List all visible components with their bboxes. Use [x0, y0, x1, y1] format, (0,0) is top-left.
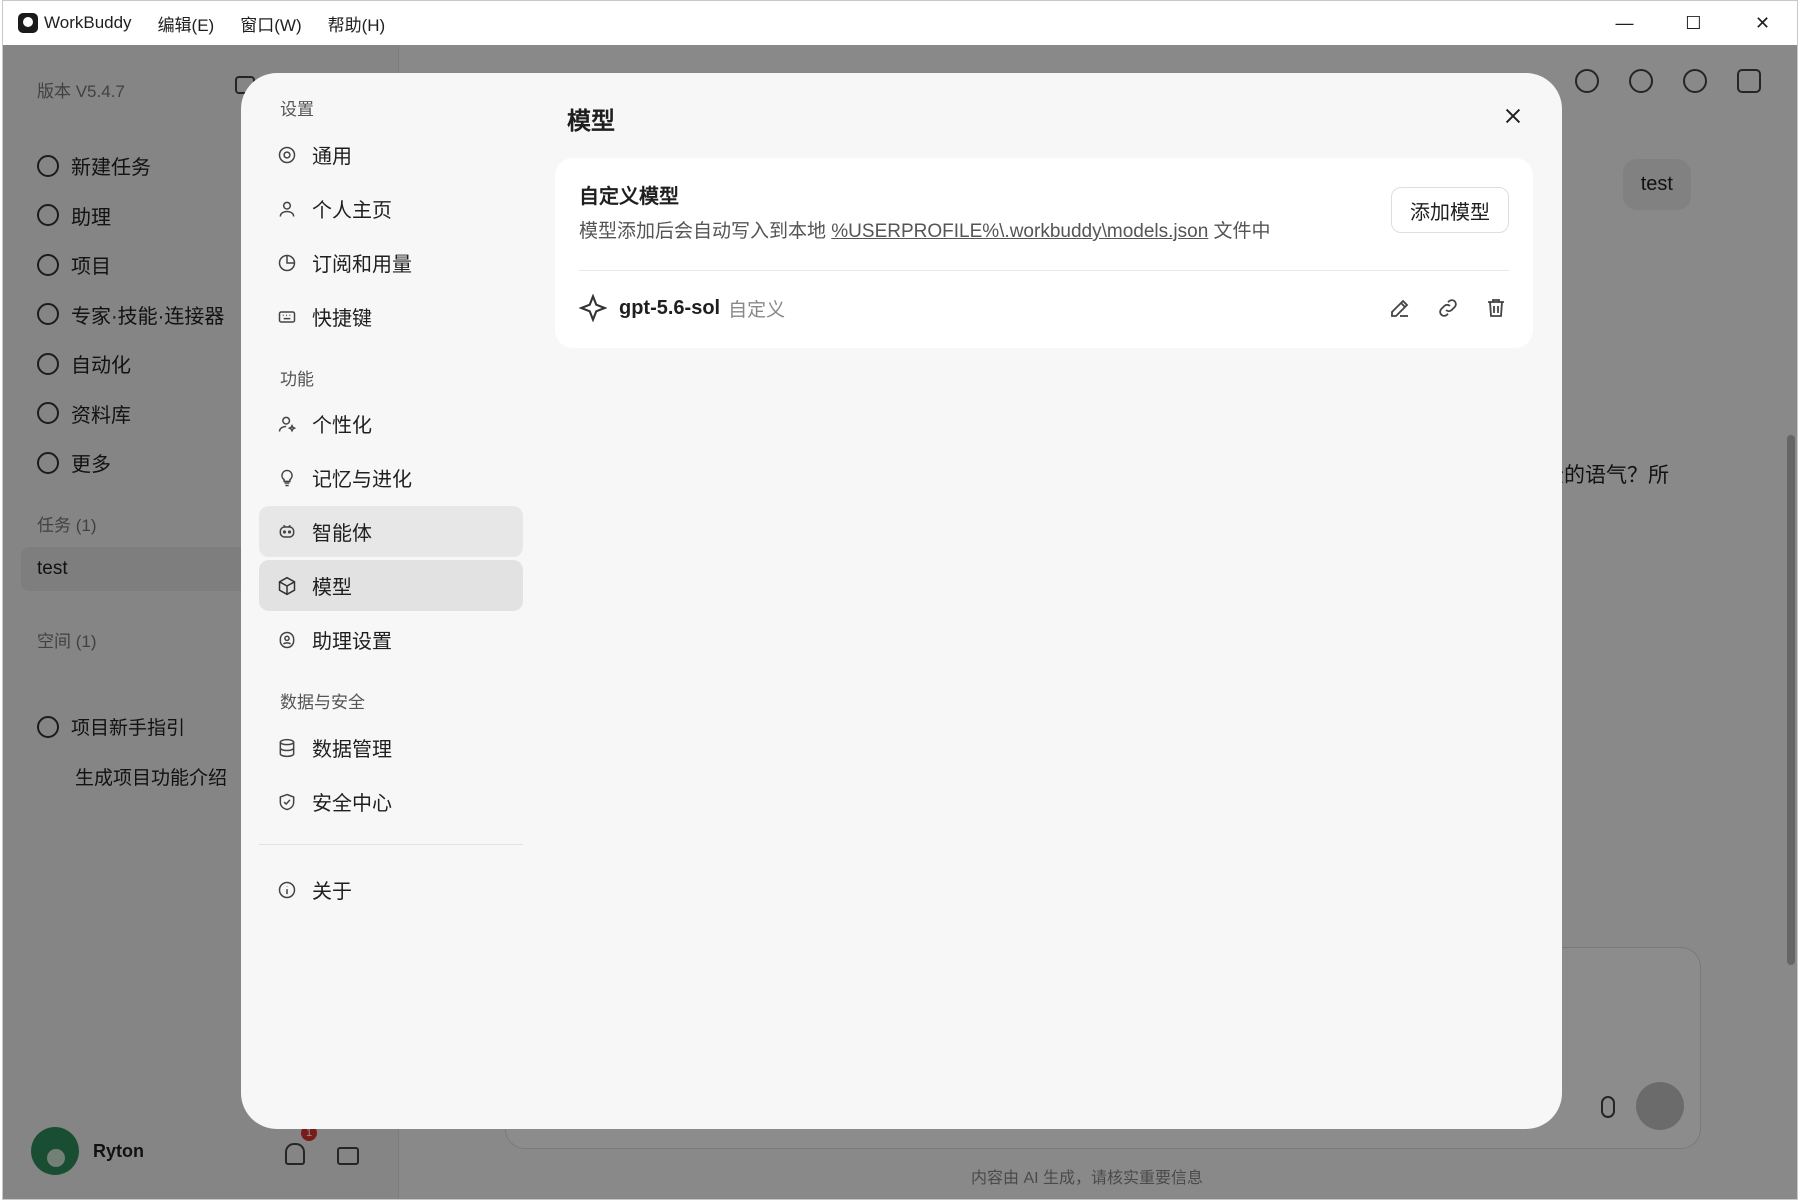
- settings-item-assistant-settings[interactable]: 助理设置: [259, 614, 523, 665]
- desc-prefix: 模型添加后会自动写入到本地: [579, 221, 832, 242]
- features-group-label: 功能: [280, 370, 314, 389]
- menu-help[interactable]: 帮助(H): [328, 11, 386, 36]
- settings-item-label: 快捷键: [312, 308, 372, 330]
- window-controls: — ☐ ✕: [1590, 1, 1797, 45]
- settings-item-label: 安全中心: [312, 793, 392, 815]
- settings-item-label: 订阅和用量: [312, 254, 412, 276]
- model-tag: 自定义: [728, 299, 786, 321]
- settings-item-profile[interactable]: 个人主页: [259, 183, 523, 234]
- settings-item-label: 通用: [312, 146, 352, 168]
- model-actions: [1387, 278, 1509, 338]
- model-icon: [277, 576, 297, 596]
- data-security-group-label: 数据与安全: [280, 693, 365, 712]
- close-window-button[interactable]: ✕: [1728, 1, 1797, 45]
- models-json-path-link[interactable]: %USERPROFILE%\.workbuddy\models.json: [831, 221, 1208, 242]
- settings-divider: [259, 844, 523, 845]
- keyboard-icon: [277, 307, 297, 327]
- close-icon: [1505, 108, 1521, 124]
- add-model-button[interactable]: 添加模型: [1391, 187, 1509, 233]
- settings-group-label: 设置: [280, 100, 314, 119]
- settings-dialog: 设置 通用 个人主页 订阅和用量 快捷键 功能 个性化 记忆与进化 智能体 模型…: [241, 73, 1562, 1129]
- settings-item-about[interactable]: 关于: [259, 864, 523, 915]
- settings-item-label: 记忆与进化: [312, 469, 412, 491]
- edit-model-button[interactable]: [1387, 295, 1413, 321]
- app-logo-icon: [18, 13, 38, 33]
- agent-icon: [277, 522, 297, 542]
- desc-suffix: 文件中: [1208, 221, 1271, 242]
- settings-item-agents[interactable]: 智能体: [259, 506, 523, 557]
- settings-item-label: 智能体: [312, 523, 372, 545]
- info-icon: [277, 880, 297, 900]
- settings-item-label: 关于: [312, 881, 352, 903]
- title-bar: WorkBuddy 编辑(E) 窗口(W) 帮助(H) — ☐ ✕: [3, 1, 1797, 45]
- database-icon: [277, 738, 297, 758]
- settings-item-label: 助理设置: [312, 631, 392, 653]
- settings-nav: 设置 通用 个人主页 订阅和用量 快捷键 功能 个性化 记忆与进化 智能体 模型…: [241, 73, 523, 1129]
- settings-item-subscription[interactable]: 订阅和用量: [259, 237, 523, 288]
- trash-icon: [1488, 299, 1504, 317]
- user-icon: [277, 199, 297, 219]
- settings-item-label: 个性化: [312, 415, 372, 437]
- shield-icon: [277, 792, 297, 812]
- model-list-item[interactable]: gpt-5.6-sol 自定义: [579, 278, 1509, 338]
- settings-item-personalization[interactable]: 个性化: [259, 398, 523, 449]
- custom-models-card: 自定义模型 模型添加后会自动写入到本地 %USERPROFILE%\.workb…: [555, 158, 1533, 348]
- minimize-button[interactable]: —: [1590, 1, 1659, 45]
- card-divider: [579, 270, 1509, 271]
- delete-model-button[interactable]: [1483, 295, 1509, 321]
- model-name: gpt-5.6-sol: [619, 296, 721, 319]
- link-model-button[interactable]: [1435, 295, 1461, 321]
- close-dialog-button[interactable]: [1498, 101, 1528, 131]
- pie-chart-icon: [277, 253, 297, 273]
- settings-item-data-management[interactable]: 数据管理: [259, 722, 523, 773]
- settings-item-label: 数据管理: [312, 739, 392, 761]
- link-icon: [1439, 299, 1457, 317]
- settings-item-models[interactable]: 模型: [259, 560, 523, 611]
- menu-edit[interactable]: 编辑(E): [158, 11, 215, 36]
- settings-item-general[interactable]: 通用: [259, 129, 523, 180]
- pencil-icon: [1391, 299, 1409, 317]
- maximize-button[interactable]: ☐: [1659, 1, 1728, 45]
- menu-window[interactable]: 窗口(W): [240, 11, 301, 36]
- card-description: 模型添加后会自动写入到本地 %USERPROFILE%\.workbuddy\m…: [579, 216, 1271, 243]
- sparkle-icon: [579, 294, 607, 322]
- page-title: 模型: [567, 108, 615, 135]
- settings-item-shortcuts[interactable]: 快捷键: [259, 291, 523, 342]
- settings-item-security-center[interactable]: 安全中心: [259, 776, 523, 827]
- card-title: 自定义模型: [579, 186, 679, 208]
- settings-item-memory[interactable]: 记忆与进化: [259, 452, 523, 503]
- settings-item-label: 模型: [312, 577, 352, 599]
- assistant-icon: [277, 630, 297, 650]
- lightbulb-icon: [277, 468, 297, 488]
- app-name: WorkBuddy: [44, 13, 132, 32]
- app-window: WorkBuddy 编辑(E) 窗口(W) 帮助(H) — ☐ ✕ 版本 V5.…: [2, 0, 1798, 1200]
- general-icon: [277, 145, 297, 165]
- user-sparkle-icon: [277, 414, 297, 434]
- settings-item-label: 个人主页: [312, 200, 392, 222]
